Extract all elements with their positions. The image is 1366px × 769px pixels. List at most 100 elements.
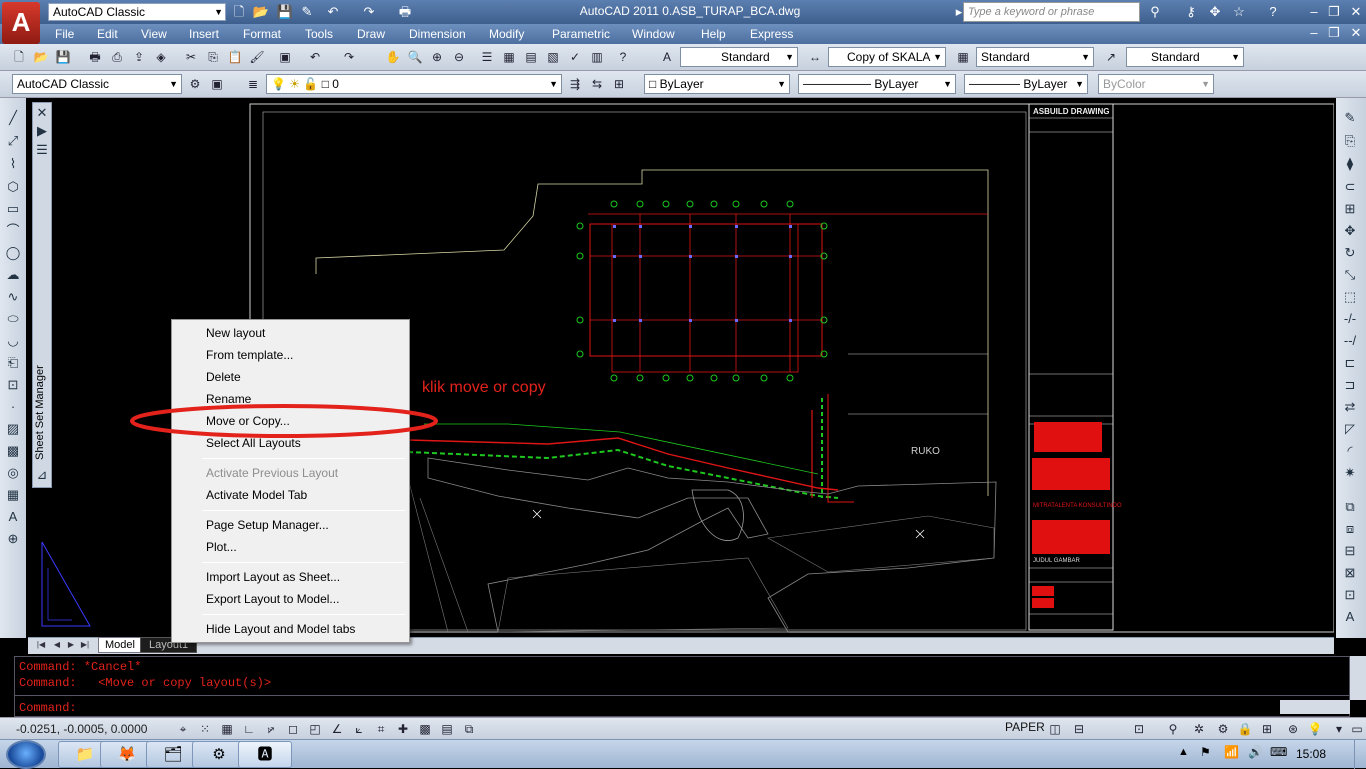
polyline-icon[interactable]: ⌇ (3, 154, 23, 174)
last-tab-icon[interactable]: ▶| (78, 638, 92, 652)
break-at-point-icon[interactable]: ⊏ (1340, 353, 1360, 373)
menu-item-import-layout-as-sheet[interactable]: Import Layout as Sheet... (206, 570, 340, 584)
add-selected-icon[interactable]: ⊕ (3, 529, 23, 549)
spline-icon[interactable]: ∿ (3, 287, 23, 307)
hatch-icon[interactable]: ▨ (3, 419, 23, 439)
network-icon[interactable]: 📶 (1224, 745, 1239, 759)
layer-states-icon[interactable]: ⊞ (610, 75, 628, 93)
plot-icon[interactable]: 🖶 (396, 3, 414, 21)
chamfer-icon[interactable]: ◸ (1340, 419, 1360, 439)
multiline-text-icon[interactable]: A (3, 507, 23, 527)
save-icon[interactable]: 💾 (276, 3, 294, 21)
star-icon[interactable]: ☆ (1230, 3, 1248, 21)
binoculars-icon[interactable]: ⚲ (1146, 3, 1164, 21)
paper-space-toggle[interactable]: PAPER (1005, 720, 1045, 734)
redo-icon[interactable]: ↷ (340, 48, 358, 66)
save-as-icon[interactable]: ✎ (298, 3, 316, 21)
menu-item-page-setup-manager[interactable]: Page Setup Manager... (206, 518, 329, 532)
show-hidden-icons-icon[interactable]: ▲ (1178, 746, 1189, 758)
command-prompt[interactable]: Command: (19, 701, 77, 715)
block-editor-icon[interactable]: ▣ (276, 48, 294, 66)
menu-item-hide-layout-and-model-tabs[interactable]: Hide Layout and Model tabs (206, 622, 355, 636)
close-button[interactable]: ✕ (1344, 2, 1366, 22)
fillet-icon[interactable]: ◜ (1340, 441, 1360, 461)
copy-object-icon[interactable]: ⎘ (1340, 131, 1360, 151)
text-style-select[interactable]: Standard ▼ (680, 47, 798, 67)
system-clock[interactable]: 15:08 (1296, 747, 1326, 761)
dim-style-select[interactable]: Copy of SKALA ▼ (828, 47, 946, 67)
gear-icon[interactable]: ⚙ (1214, 720, 1232, 738)
match-properties-icon[interactable]: 🖌 (248, 48, 266, 66)
ellipse-icon[interactable]: ⬭ (3, 309, 23, 329)
redo-icon[interactable]: ↷ (360, 3, 378, 21)
properties-icon[interactable]: ☰ (478, 48, 496, 66)
table-style-icon[interactable]: ▦ (954, 48, 972, 66)
menu-modify[interactable]: Modify (489, 27, 524, 41)
help-icon[interactable]: ? (614, 48, 632, 66)
lineweight-icon[interactable]: ✚ (394, 720, 412, 738)
menu-item-activate-model-tab[interactable]: Activate Model Tab (206, 488, 307, 502)
offset-icon[interactable]: ⊂ (1340, 177, 1360, 197)
quick-view-icon[interactable]: ⊡ (1130, 720, 1148, 738)
tool-palettes-icon[interactable]: ▤ (522, 48, 540, 66)
menu-view[interactable]: View (141, 27, 167, 41)
send-under-icon[interactable]: ⊡ (1340, 585, 1360, 605)
open-folder-icon[interactable]: 📂 (32, 48, 50, 66)
tab-model[interactable]: Model (98, 637, 142, 653)
plot-icon[interactable]: 🖶 (86, 48, 104, 66)
menu-format[interactable]: Format (243, 27, 281, 41)
hardware-acceleration-icon[interactable]: ⊞ (1258, 720, 1276, 738)
copy-icon[interactable]: ⎘ (204, 48, 222, 66)
workspace-settings-icon[interactable]: ▣ (208, 75, 226, 93)
polygon-icon[interactable]: ⬡ (3, 177, 23, 197)
clean-screen-icon[interactable]: ▾ (1330, 720, 1348, 738)
publish-icon[interactable]: ⇪ (130, 48, 148, 66)
command-horizontal-scrollbar[interactable] (1280, 700, 1350, 714)
extend-icon[interactable]: --/ (1340, 331, 1360, 351)
gradient-icon[interactable]: ▩ (3, 441, 23, 461)
insert-block-icon[interactable]: ⎗ (3, 353, 23, 373)
start-button[interactable] (6, 740, 46, 769)
send-back-icon[interactable]: ⊟ (1340, 541, 1360, 561)
sheet-set-icon[interactable]: ▧ (544, 48, 562, 66)
array-icon[interactable]: ⊞ (1340, 199, 1360, 219)
cut-icon[interactable]: ✂ (182, 48, 200, 66)
menu-file[interactable]: File (55, 27, 74, 41)
lightbulb-icon[interactable]: 💡 (1306, 720, 1324, 738)
application-menu-button[interactable]: A (2, 2, 40, 44)
menu-parametric[interactable]: Parametric (552, 27, 610, 41)
open-folder-icon[interactable]: 📂 (252, 3, 270, 21)
lock-icon[interactable]: 🔒 (1236, 720, 1254, 738)
menu-window[interactable]: Window (632, 27, 675, 41)
new-file-icon[interactable]: 🗋 (10, 48, 28, 66)
paste-icon[interactable]: 📋 (226, 48, 244, 66)
multileader-style-icon[interactable]: ↗ (1102, 48, 1120, 66)
infer-constraints-icon[interactable]: ⌖ (174, 720, 192, 738)
save-icon[interactable]: 💾 (54, 48, 72, 66)
volume-icon[interactable]: 🔊 (1248, 745, 1263, 759)
polar-tracking-icon[interactable]: ⦬ (262, 720, 280, 738)
design-center-icon[interactable]: ▦ (500, 48, 518, 66)
layer-select[interactable]: 💡 ☀ 🔓 □ 0 ▼ (266, 74, 562, 94)
line-icon[interactable]: ╱ (3, 108, 23, 128)
transparency-icon[interactable]: ▩ (416, 720, 434, 738)
help-icon[interactable]: ? (1264, 3, 1282, 21)
show-desktop-button[interactable] (1354, 740, 1366, 769)
key-icon[interactable]: ⚷ (1182, 3, 1200, 21)
join-icon[interactable]: ⇄ (1340, 397, 1360, 417)
move-icon[interactable]: ✥ (1340, 221, 1360, 241)
isolate-objects-icon[interactable]: ⊛ (1284, 720, 1302, 738)
rectangle-icon[interactable]: ▭ (3, 199, 23, 219)
make-block-icon[interactable]: ⊡ (3, 375, 23, 395)
action-center-icon[interactable]: ⚑ (1200, 745, 1211, 759)
arc-icon[interactable]: ⌒ (3, 221, 23, 241)
text-front-icon[interactable]: A (1340, 607, 1360, 627)
doc-close-button[interactable]: ✕ (1344, 24, 1366, 42)
menu-dimension[interactable]: Dimension (409, 27, 466, 41)
multileader-style-select[interactable]: Standard ▼ (1126, 47, 1244, 67)
menu-tools[interactable]: Tools (305, 27, 333, 41)
zoom-window-icon[interactable]: ⊕ (428, 48, 446, 66)
circle-icon[interactable]: ◯ (3, 243, 23, 263)
object-snap-icon[interactable]: ◻ (284, 720, 302, 738)
layout-icon[interactable]: ⊟ (1070, 720, 1088, 738)
